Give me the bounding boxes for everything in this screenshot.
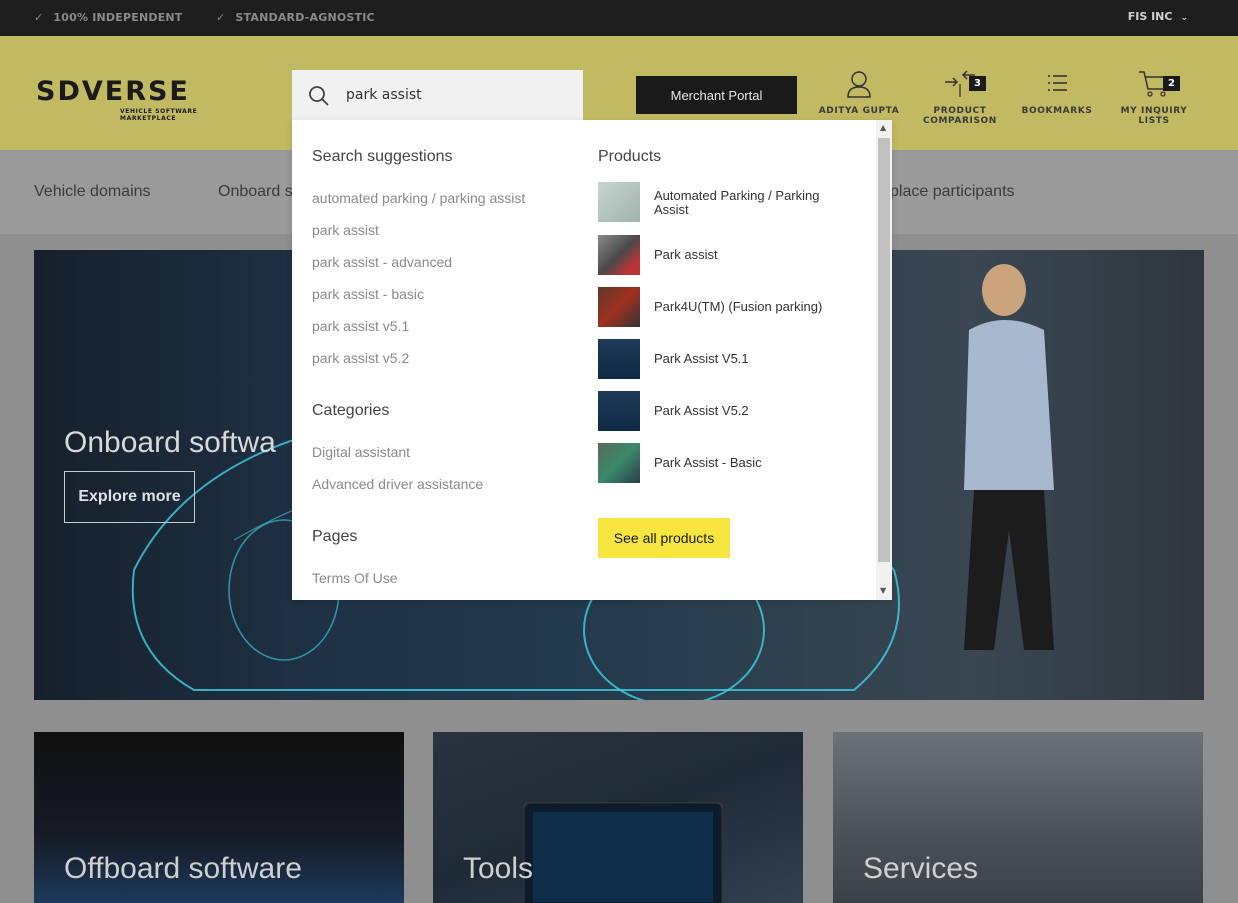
product-item[interactable]: Park Assist V5.2 [598, 391, 848, 431]
product-item[interactable]: Park assist [598, 235, 848, 275]
search-input[interactable] [346, 84, 566, 106]
comparison-count-badge: 3 [969, 76, 986, 91]
company-name: FIS INC [1127, 10, 1173, 23]
suggestions-heading: Search suggestions [312, 148, 453, 165]
suggestion-item[interactable]: park assist v5.1 [312, 318, 409, 334]
comparison-label: COMPARISON [923, 116, 997, 126]
card-title: Offboard software [64, 852, 302, 885]
claim-label: 100% INDEPENDENT [53, 11, 183, 24]
suggestion-item[interactable]: park assist - advanced [312, 254, 452, 270]
explore-more-button[interactable]: Explore more [64, 471, 195, 523]
engineer-figure-image [964, 264, 1054, 650]
suggestion-item[interactable]: park assist v5.2 [312, 350, 409, 366]
card-offboard-software[interactable]: Offboard software [34, 732, 404, 903]
product-thumbnail [598, 235, 640, 275]
sdverse-logo[interactable]: SDVERSE VEHICLE SOFTWARE MARKETPLACE [36, 76, 236, 122]
check-icon: ✓ [216, 11, 226, 24]
scroll-down-icon[interactable]: ▼ [880, 586, 886, 595]
product-thumbnail [598, 391, 640, 431]
chevron-down-icon: ⌄ [1180, 13, 1188, 23]
inquiry-lists[interactable]: 2 MY INQUIRY LISTS [1112, 70, 1196, 126]
logo-tagline: VEHICLE SOFTWARE MARKETPLACE [120, 108, 198, 122]
products-heading: Products [598, 148, 662, 165]
nav-item-onboard-software[interactable]: Onboard s [218, 183, 293, 201]
user-account[interactable]: ADITYA GUPTA [816, 70, 902, 116]
search-icon [309, 86, 329, 106]
product-name: Park Assist V5.1 [654, 351, 749, 366]
category-item[interactable]: Advanced driver assistance [312, 476, 483, 492]
scroll-up-icon[interactable]: ▲ [880, 123, 886, 132]
user-name: ADITYA GUPTA [818, 106, 900, 116]
card-title: Tools [463, 852, 534, 885]
page-item[interactable]: Terms Of Use [312, 570, 398, 586]
product-name: Park4U(TM) (Fusion parking) [654, 299, 823, 314]
check-icon: ✓ [34, 11, 44, 24]
scrollbar-thumb[interactable] [878, 138, 890, 562]
product-name: Park Assist V5.2 [654, 403, 749, 418]
see-all-products-button[interactable]: See all products [598, 518, 730, 558]
hero-title: Onboard softwa [64, 426, 276, 459]
bookmarks[interactable]: BOOKMARKS [1016, 70, 1098, 116]
product-name: Assist [654, 202, 689, 217]
nav-item-marketplace-participants[interactable]: place participants [890, 183, 1015, 201]
product-name: Automated Parking / Parking [654, 188, 820, 203]
suggestion-item[interactable]: park assist - basic [312, 286, 424, 302]
comparison-label: PRODUCT [933, 106, 987, 116]
categories-heading: Categories [312, 402, 390, 419]
card-tools[interactable]: Tools [433, 732, 803, 903]
nav-item-vehicle-domains[interactable]: Vehicle domains [34, 183, 151, 201]
inquiry-count-badge: 2 [1163, 76, 1180, 91]
suggestion-item[interactable]: park assist [312, 222, 379, 238]
search-box[interactable] [292, 70, 583, 120]
tablet-image [523, 802, 723, 903]
product-thumbnail [598, 443, 640, 483]
pages-heading: Pages [312, 528, 358, 545]
product-comparison[interactable]: 3 PRODUCT COMPARISON [918, 70, 1002, 126]
claim-independent: ✓ 100% INDEPENDENT [34, 11, 183, 24]
product-name: Park assist [654, 247, 718, 262]
search-dropdown: Search suggestions automated parking / p… [292, 120, 892, 600]
product-thumbnail [598, 287, 640, 327]
user-icon [847, 71, 871, 98]
product-item[interactable]: Park4U(TM) (Fusion parking) [598, 287, 848, 327]
list-icon [1048, 75, 1067, 91]
claim-standard-agnostic: ✓ STANDARD-AGNOSTIC [216, 11, 375, 24]
card-title: Services [863, 852, 979, 885]
suggestion-item[interactable]: automated parking / parking assist [312, 190, 525, 206]
product-thumbnail [598, 339, 640, 379]
product-thumbnail [598, 182, 640, 222]
dropdown-scrollbar[interactable]: ▲ ▼ [876, 120, 892, 600]
bookmarks-label: BOOKMARKS [1021, 106, 1093, 116]
merchant-portal-button[interactable]: Merchant Portal [636, 76, 797, 114]
top-bar: ✓ 100% INDEPENDENT ✓ STANDARD-AGNOSTIC FIS… [0, 0, 1238, 36]
product-item[interactable]: Park Assist - Basic [598, 443, 848, 483]
product-name: Park Assist - Basic [654, 455, 762, 470]
logo-wordmark: SDVERSE [36, 76, 190, 107]
company-selector[interactable]: FIS INC ⌄ [1128, 10, 1188, 23]
inquiry-label: LISTS [1138, 116, 1170, 126]
claim-label: STANDARD-AGNOSTIC [235, 11, 375, 24]
product-item[interactable]: Automated Parking / Parking Assist [598, 182, 848, 222]
card-services[interactable]: Services [833, 732, 1203, 903]
product-item[interactable]: Park Assist V5.1 [598, 339, 848, 379]
category-item[interactable]: Digital assistant [312, 444, 410, 460]
inquiry-label: MY INQUIRY [1120, 106, 1188, 116]
